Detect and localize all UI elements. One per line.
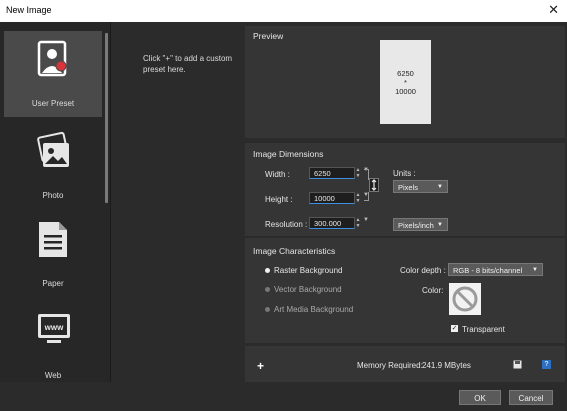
raster-background-label[interactable]: Raster Background [274,266,342,275]
color-depth-select[interactable]: RGB - 8 bits/channel ▼ [448,263,543,276]
width-spinner[interactable]: ▲ ▼ [355,167,361,179]
art-media-background-label[interactable]: Art Media Background [274,305,353,314]
height-input[interactable]: 10000 [309,192,355,204]
link-bracket-bottom [364,192,369,201]
width-label: Width : [265,170,290,179]
dimensions-title: Image Dimensions [253,149,324,159]
chevron-down-icon: ▼ [532,267,538,273]
resolution-label: Resolution : [265,220,308,229]
height-spinner[interactable]: ▲ ▼ [355,192,361,204]
preset-label: Paper [42,279,64,288]
vector-background-label[interactable]: Vector Background [274,285,342,294]
web-icon: www [38,314,70,343]
help-icon[interactable]: ? [542,360,551,369]
vector-background-radio[interactable] [265,287,270,292]
preset-scrollbar[interactable] [105,33,108,203]
resolution-input[interactable]: 300.000 [309,217,355,229]
svg-text:www: www [44,323,64,332]
preset-label: Photo [42,191,64,200]
cancel-button[interactable]: Cancel [509,390,553,405]
transparent-label[interactable]: Transparent [462,325,505,334]
color-depth-value: RGB - 8 bits/channel [453,266,523,275]
transparent-checkbox[interactable]: ✓ [451,325,458,332]
units-select[interactable]: Pixels ▼ [393,180,448,193]
ok-button[interactable]: OK [459,390,501,405]
characteristics-title: Image Characteristics [253,246,336,256]
preview-height-text: 10000 [395,87,416,96]
save-preset-icon[interactable] [513,360,522,369]
preset-paper[interactable]: Paper [4,211,102,297]
preset-label: Web [44,371,62,380]
raster-background-radio[interactable] [265,268,270,273]
preview-title: Preview [253,31,284,41]
preview-thumbnail: 6250 * 10000 [380,40,431,124]
resolution-units-select[interactable]: Pixels/inch ▼ [393,218,448,231]
memory-bar: + Memory Required: 241.9 MBytes ? [245,346,565,382]
resolution-spinner[interactable]: ▲ ▼ [355,217,361,229]
preset-user[interactable]: User Preset [4,31,102,117]
link-bracket-top [364,169,369,180]
image-dimensions-panel: Image Dimensions Width : 6250 ▲ ▼ ▼ Heigh… [245,143,565,236]
preset-photo[interactable]: Photo [4,123,102,209]
chevron-down-icon: ▼ [437,184,443,190]
add-preset-button[interactable]: + [257,359,264,373]
image-characteristics-panel: Image Characteristics Raster Background … [245,238,565,343]
close-icon[interactable]: ✕ [548,2,559,18]
chevron-down-icon: ▼ [437,222,443,228]
units-label: Units : [393,169,416,178]
resolution-units-value: Pixels/inch [398,221,434,230]
user-preset-icon [37,40,67,77]
preset-web[interactable]: www Web [4,303,102,389]
height-label: Height : [265,195,293,204]
art-media-background-radio[interactable] [265,307,270,312]
photo-icon [37,131,69,167]
memory-required-value: 241.9 MBytes [422,361,471,370]
custom-preset-hint: Click "+" to add a custom preset here. [143,54,233,74]
width-input[interactable]: 6250 [309,167,355,179]
maintain-aspect-link-icon[interactable] [369,178,379,192]
paper-icon [39,222,67,257]
preset-list: User Preset Photo Paper www Web [0,22,111,382]
units-value: Pixels [398,183,419,192]
preset-label: User Preset [31,99,75,108]
resolution-dropdown-icon[interactable]: ▼ [363,217,369,223]
no-color-swatch-icon[interactable] [449,283,481,315]
color-label: Color: [422,286,444,295]
title-bar: New Image ✕ [0,0,567,22]
color-depth-label: Color depth : [400,266,446,275]
window-title: New Image [6,5,52,15]
memory-required-label: Memory Required: [357,361,423,370]
